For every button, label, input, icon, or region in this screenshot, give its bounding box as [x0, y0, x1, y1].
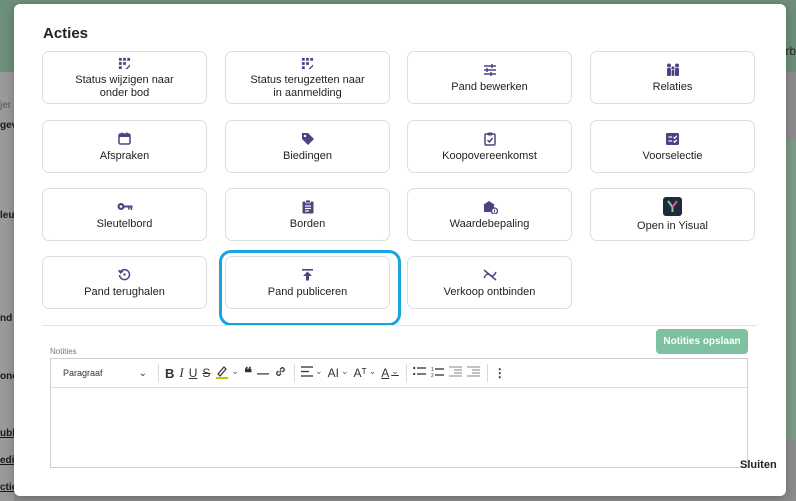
- toolbar-separator: [158, 364, 159, 382]
- action-pand-publiceren-button[interactable]: Pand publiceren: [225, 256, 390, 309]
- background-text: nd: [0, 313, 13, 324]
- paragraph-select[interactable]: Paragraaf ⌄: [59, 362, 151, 384]
- highlighter-icon: [215, 365, 229, 382]
- background-link: edi: [0, 455, 15, 466]
- action-relaties-button[interactable]: Relaties: [590, 51, 755, 104]
- action-biedingen-button[interactable]: Biedingen: [225, 120, 390, 173]
- house-value-icon: [482, 199, 498, 215]
- action-open-in-yisual-button[interactable]: Open in Yisual: [590, 188, 755, 241]
- status-grid-icon: [301, 55, 314, 71]
- chevron-down-icon: ⌄: [138, 367, 147, 379]
- more-options-button[interactable]: ⋮: [494, 362, 506, 384]
- action-koopovereenkomst-button[interactable]: Koopovereenkomst: [407, 120, 572, 173]
- action-status-onder-bod-button[interactable]: Status wijzigen naar onder bod: [42, 51, 207, 104]
- svg-text:2: 2: [431, 373, 434, 378]
- action-verkoop-ontbinden-button[interactable]: Verkoop ontbinden: [407, 256, 572, 309]
- upload-icon: [302, 267, 313, 283]
- bulleted-list-button[interactable]: [412, 362, 426, 384]
- blockquote-button[interactable]: ❝: [244, 362, 252, 384]
- action-sleutelbord-button[interactable]: Sleutelbord: [42, 188, 207, 241]
- close-button[interactable]: Sluiten: [734, 458, 783, 472]
- toolbar-separator: [405, 364, 407, 382]
- action-label: Status terugzetten naar in aanmelding: [250, 74, 365, 99]
- text-style-button[interactable]: Aᵀ: [353, 362, 376, 384]
- tag-icon: [301, 131, 315, 147]
- yisual-logo-icon: [663, 197, 682, 217]
- unlink-icon: [482, 267, 498, 283]
- toolbar-separator: [294, 364, 296, 382]
- action-voorselectie-button[interactable]: Voorselectie: [590, 120, 755, 173]
- italic-button[interactable]: I: [179, 362, 183, 384]
- outdent-icon: [448, 366, 462, 380]
- bold-button[interactable]: B: [165, 362, 174, 384]
- horizontal-line-button[interactable]: —: [257, 362, 269, 384]
- indent-icon: [466, 366, 480, 380]
- action-label: Open in Yisual: [637, 219, 708, 232]
- action-label: Waardebepaling: [449, 217, 530, 230]
- editor-content[interactable]: [51, 388, 747, 468]
- link-icon: [274, 365, 287, 381]
- action-label: Pand terughalen: [84, 285, 165, 298]
- numbered-list-icon: 12: [431, 366, 444, 381]
- action-label: Status wijzigen naar onder bod: [75, 74, 174, 99]
- sliders-icon: [483, 62, 497, 78]
- background-text: rb: [785, 44, 796, 58]
- highlight-color-button[interactable]: [215, 362, 239, 384]
- divider: [42, 325, 757, 326]
- link-button[interactable]: [274, 362, 287, 384]
- actions-modal: Acties Status wijzigen naar onder bod St…: [14, 4, 786, 496]
- action-label: Pand publiceren: [267, 285, 348, 298]
- action-label: Voorselectie: [642, 149, 703, 162]
- action-afspraken-button[interactable]: Afspraken: [42, 120, 207, 173]
- notes-label: Notities: [50, 347, 77, 356]
- action-pand-terughalen-button[interactable]: Pand terughalen: [42, 256, 207, 309]
- action-label: Koopovereenkomst: [442, 149, 537, 162]
- action-label: Afspraken: [99, 149, 150, 162]
- align-button[interactable]: [301, 362, 323, 384]
- restore-icon: [118, 267, 131, 283]
- action-label: Biedingen: [283, 149, 332, 162]
- editor-toolbar: Paragraaf ⌄ B I U S ❝ —: [51, 359, 747, 388]
- indent-button[interactable]: [466, 362, 480, 384]
- status-grid-icon: [118, 55, 131, 71]
- toolbar-separator: [486, 364, 488, 382]
- background-text: leu: [0, 210, 15, 221]
- save-notes-button[interactable]: Notities opslaan: [656, 329, 748, 354]
- paragraph-select-value: Paragraaf: [63, 368, 103, 378]
- modal-title: Acties: [43, 25, 89, 42]
- action-waardebepaling-button[interactable]: Waardebepaling: [407, 188, 572, 241]
- people-icon: [665, 62, 681, 78]
- action-label: Borden: [289, 217, 326, 230]
- action-label: Relaties: [652, 80, 693, 93]
- action-label: Sleutelbord: [96, 217, 153, 230]
- bulleted-list-icon: [412, 366, 426, 380]
- action-label: Pand bewerken: [451, 80, 528, 93]
- outdent-button[interactable]: [448, 362, 462, 384]
- numbered-list-button[interactable]: 12: [431, 362, 444, 384]
- strikethrough-button[interactable]: S: [202, 362, 210, 384]
- action-status-terugzetten-button[interactable]: Status terugzetten naar in aanmelding: [225, 51, 390, 104]
- action-pand-bewerken-button[interactable]: Pand bewerken: [407, 51, 572, 104]
- notes-editor: Paragraaf ⌄ B I U S ❝ —: [50, 358, 748, 468]
- key-icon: [117, 199, 133, 215]
- background-text: jer: [0, 100, 12, 111]
- checklist-icon: [666, 131, 679, 147]
- background-panel: [786, 140, 796, 440]
- align-left-icon: [301, 366, 314, 380]
- action-borden-button[interactable]: Borden: [225, 188, 390, 241]
- underline-button[interactable]: U: [189, 362, 198, 384]
- font-size-button[interactable]: AI: [328, 362, 349, 384]
- more-vertical-icon: ⋮: [493, 366, 506, 380]
- clipboard-check-icon: [483, 131, 496, 147]
- font-color-button[interactable]: A: [381, 362, 399, 384]
- calendar-icon: [118, 131, 131, 147]
- clipboard-list-icon: [302, 199, 314, 215]
- action-label: Verkoop ontbinden: [443, 285, 536, 298]
